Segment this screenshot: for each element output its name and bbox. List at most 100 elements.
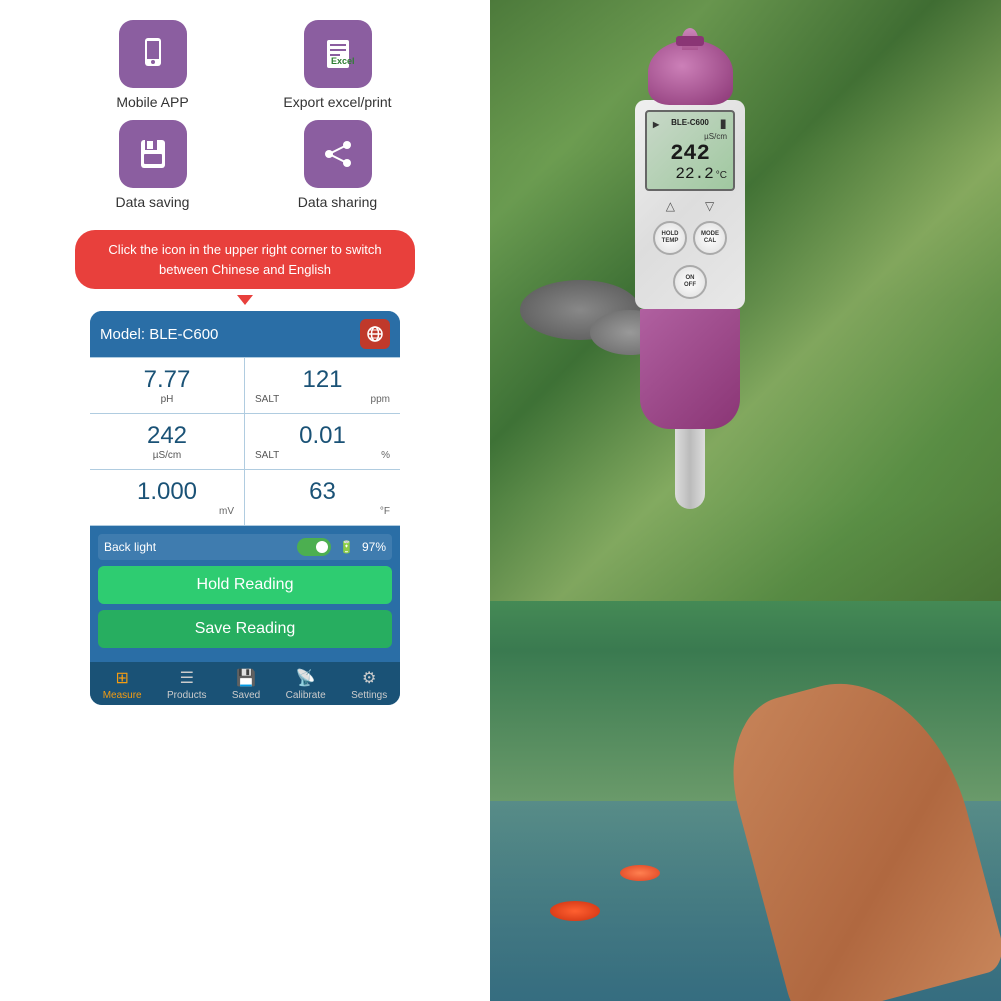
salt-pct-unit: % xyxy=(381,450,390,461)
export-excel-icon-box: Excel xyxy=(304,20,372,88)
control-buttons-row2: ONOFF xyxy=(673,265,707,299)
readings-grid: 7.77 pH 121 SALT ppm 242 µS/cm 0.01 SALT… xyxy=(90,357,400,526)
meter-model-label: BLE-C600 xyxy=(671,118,709,127)
globe-button[interactable] xyxy=(360,319,390,349)
reading-conductivity: 242 µS/cm xyxy=(90,414,245,470)
data-saving-icon-box xyxy=(119,120,187,188)
meter-unit-display: µS/cm xyxy=(653,132,727,141)
salt-pct-label: SALT xyxy=(255,450,279,461)
meter-screen-header: ▶ BLE-C600 ▊ xyxy=(653,118,727,130)
callout-text: Click the icon in the upper right corner… xyxy=(108,242,381,277)
nav-settings[interactable]: ⚙ Settings xyxy=(351,668,387,701)
hold-temp-label: HOLDTEMP xyxy=(662,231,679,245)
phone-bottom: Back light 🔋 97% Hold Reading Save Readi… xyxy=(90,526,400,662)
feature-mobile-app: Mobile APP xyxy=(75,20,230,110)
measure-icon: ⊞ xyxy=(115,668,128,688)
salt-pct-value: 0.01 xyxy=(255,422,390,450)
products-icon: ☰ xyxy=(180,668,194,688)
feature-data-saving: Data saving xyxy=(75,120,230,210)
meter-temp-reading: 22.2 xyxy=(675,165,713,183)
nav-products[interactable]: ☰ Products xyxy=(167,668,206,701)
battery-percentage: 97% xyxy=(362,540,386,554)
meter-device: ▶ BLE-C600 ▊ µS/cm 242 22.2 °C △ ▽ xyxy=(610,40,770,740)
meter-probe xyxy=(675,429,705,509)
data-saving-label: Data saving xyxy=(116,194,190,210)
nav-measure[interactable]: ⊞ Measure xyxy=(103,668,142,701)
meter-temp-unit: °C xyxy=(716,170,727,181)
calibrate-icon: 📡 xyxy=(296,668,316,688)
svg-text:Excel: Excel xyxy=(331,56,355,66)
meter-cap-ring xyxy=(676,36,704,46)
arrow-down-icon: ▽ xyxy=(705,199,714,213)
meter-lower-grip xyxy=(640,309,740,429)
globe-icon xyxy=(366,325,384,343)
hold-reading-button[interactable]: Hold Reading xyxy=(98,566,392,604)
mobile-app-icon-box xyxy=(119,20,187,88)
arrow-up-icon: △ xyxy=(666,199,675,213)
meter-body: ▶ BLE-C600 ▊ µS/cm 242 22.2 °C △ ▽ xyxy=(635,100,745,309)
hold-temp-button[interactable]: HOLDTEMP xyxy=(653,221,687,255)
meter-temp-row: 22.2 °C xyxy=(653,165,727,183)
conductivity-label: µS/cm xyxy=(100,450,234,461)
battery-icon: 🔋 xyxy=(339,540,354,554)
pond-background: ▶ BLE-C600 ▊ µS/cm 242 22.2 °C △ ▽ xyxy=(490,0,1001,1001)
nav-measure-label: Measure xyxy=(103,690,142,701)
phone-header: Model: BLE-C600 xyxy=(90,311,400,357)
feature-data-sharing: Data sharing xyxy=(260,120,415,210)
data-sharing-icon-box xyxy=(304,120,372,188)
mv-value: 1.000 xyxy=(100,478,234,506)
nav-products-label: Products xyxy=(167,690,206,701)
reading-salt-ppm: 121 SALT ppm xyxy=(245,358,400,414)
control-buttons-row1: HOLDTEMP MODECAL xyxy=(653,221,727,255)
features-grid: Mobile APP Excel Export excel/print xyxy=(75,20,415,210)
reading-ph: 7.77 pH xyxy=(90,358,245,414)
fish2 xyxy=(620,865,660,881)
temp-f-unit: °F xyxy=(255,506,390,517)
hand-container xyxy=(751,601,971,1001)
save-reading-button[interactable]: Save Reading xyxy=(98,610,392,648)
reading-temp-f: 63 °F xyxy=(245,470,400,526)
salt-ppm-unit: ppm xyxy=(371,394,390,405)
phone-mockup: Model: BLE-C600 7.77 pH 121 xyxy=(90,311,400,705)
backlight-label: Back light xyxy=(104,540,289,554)
salt-ppm-value: 121 xyxy=(255,366,390,394)
settings-icon: ⚙ xyxy=(362,668,376,688)
nav-settings-label: Settings xyxy=(351,690,387,701)
phone-model-label: Model: BLE-C600 xyxy=(100,326,218,343)
right-panel: ▶ BLE-C600 ▊ µS/cm 242 22.2 °C △ ▽ xyxy=(490,0,1001,1001)
nav-calibrate-label: Calibrate xyxy=(286,690,326,701)
mode-cal-button[interactable]: MODECAL xyxy=(693,221,727,255)
mv-unit: mV xyxy=(100,506,234,517)
save-icon xyxy=(135,136,171,172)
mode-cal-label: MODECAL xyxy=(701,231,719,245)
salt-ppm-label: SALT xyxy=(255,394,279,405)
share-icon xyxy=(320,136,356,172)
reading-salt-pct: 0.01 SALT % xyxy=(245,414,400,470)
ph-value: 7.77 xyxy=(100,366,234,394)
left-panel: Mobile APP Excel Export excel/print xyxy=(0,0,490,1001)
meter-screen: ▶ BLE-C600 ▊ µS/cm 242 22.2 °C xyxy=(645,110,735,191)
nav-calibrate[interactable]: 📡 Calibrate xyxy=(286,668,326,701)
saved-icon: 💾 xyxy=(236,668,256,688)
on-off-button[interactable]: ONOFF xyxy=(673,265,707,299)
on-off-label: ONOFF xyxy=(684,275,696,289)
arrow-buttons: △ ▽ xyxy=(666,199,714,213)
data-sharing-label: Data sharing xyxy=(298,194,377,210)
export-excel-label: Export excel/print xyxy=(283,94,391,110)
temp-f-value: 63 xyxy=(255,478,390,506)
backlight-toggle[interactable] xyxy=(297,538,331,556)
ph-label: pH xyxy=(100,394,234,405)
fish1 xyxy=(550,901,600,921)
nav-saved-label: Saved xyxy=(232,690,260,701)
conductivity-value: 242 xyxy=(100,422,234,450)
mobile-app-label: Mobile APP xyxy=(116,94,188,110)
phone-nav: ⊞ Measure ☰ Products 💾 Saved 📡 Calibrate… xyxy=(90,662,400,705)
nav-saved[interactable]: 💾 Saved xyxy=(232,668,260,701)
meter-bluetooth-icon: ▶ xyxy=(653,120,659,129)
reading-mv: 1.000 mV xyxy=(90,470,245,526)
meter-cap xyxy=(648,40,733,105)
backlight-row: Back light 🔋 97% xyxy=(98,534,392,560)
feature-export-excel: Excel Export excel/print xyxy=(260,20,415,110)
callout-bubble: Click the icon in the upper right corner… xyxy=(75,230,415,289)
excel-icon: Excel xyxy=(320,36,356,72)
